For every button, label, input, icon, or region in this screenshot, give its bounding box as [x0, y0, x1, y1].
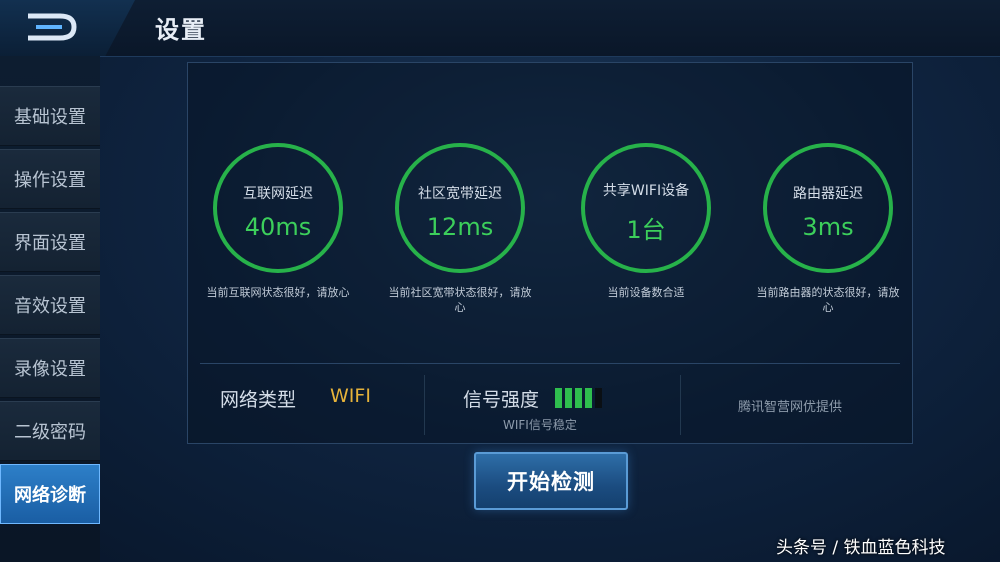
provider-text: 腾讯智营网优提供 [738, 400, 843, 415]
stat-internet: 互联网延迟 40ms 当前互联网状态很好，请放心 [188, 143, 368, 300]
divider [200, 363, 900, 364]
network-type-value: WIFI [330, 385, 371, 407]
signal-strength-label: 信号强度 [463, 389, 540, 411]
stat-note: 当前设备数合适 [607, 286, 685, 299]
watermark: 头条号 / 铁血蓝色科技 [776, 538, 946, 558]
signal-bar-on [585, 388, 592, 408]
signal-bar-on [575, 388, 582, 408]
stat-label: 社区宽带延迟 [418, 186, 502, 202]
signal-strength-icon [555, 388, 602, 408]
stat-label: 互联网延迟 [243, 186, 313, 202]
sidebar: 基础设置 操作设置 界面设置 音效设置 录像设置 二级密码 网络诊断 [0, 56, 100, 562]
divider [680, 375, 681, 435]
diagnostics-panel: 互联网延迟 40ms 当前互联网状态很好，请放心 社区宽带延迟 12ms 当前社… [187, 62, 913, 444]
sidebar-item-replay[interactable]: 录像设置 [0, 338, 100, 398]
stat-value: 3ms [802, 213, 854, 241]
sidebar-item-password[interactable]: 二级密码 [0, 401, 100, 461]
stat-note: 当前路由器的状态很好，请放心 [756, 286, 900, 314]
back-logo-icon [28, 13, 77, 41]
stat-ring: 共享WIFI设备 1台 [581, 143, 711, 273]
stat-ring: 社区宽带延迟 12ms [395, 143, 525, 273]
stat-note: 当前互联网状态很好，请放心 [206, 286, 350, 299]
signal-bar-off [595, 388, 602, 408]
sidebar-item-controls[interactable]: 操作设置 [0, 149, 100, 209]
signal-bar-on [555, 388, 562, 408]
network-type-label: 网络类型 [220, 389, 297, 411]
stat-ring: 路由器延迟 3ms [763, 143, 893, 273]
stat-router: 路由器延迟 3ms 当前路由器的状态很好，请放心 [738, 143, 918, 315]
sidebar-item-interface[interactable]: 界面设置 [0, 212, 100, 272]
start-detection-button[interactable]: 开始检测 [474, 452, 628, 510]
sidebar-item-basic[interactable]: 基础设置 [0, 86, 100, 146]
stat-wifi-devices: 共享WIFI设备 1台 当前设备数合适 [556, 143, 736, 300]
stat-label: 路由器延迟 [793, 186, 863, 202]
page-title: 设置 [155, 16, 207, 44]
stat-community: 社区宽带延迟 12ms 当前社区宽带状态很好，请放心 [370, 143, 550, 315]
stat-label: 共享WIFI设备 [602, 182, 690, 199]
sidebar-item-network[interactable]: 网络诊断 [0, 464, 100, 524]
signal-bar-on [565, 388, 572, 408]
divider [424, 375, 425, 435]
top-bar: 设置 [0, 0, 1000, 57]
stat-value: 40ms [244, 213, 312, 241]
sidebar-item-audio[interactable]: 音效设置 [0, 275, 100, 335]
back-button[interactable] [0, 0, 135, 56]
signal-note: WIFI信号稳定 [503, 418, 577, 432]
stat-ring: 互联网延迟 40ms [213, 143, 343, 273]
stat-value: 12ms [426, 213, 494, 241]
stat-note: 当前社区宽带状态很好，请放心 [388, 286, 532, 314]
stat-value: 1台 [626, 215, 666, 244]
